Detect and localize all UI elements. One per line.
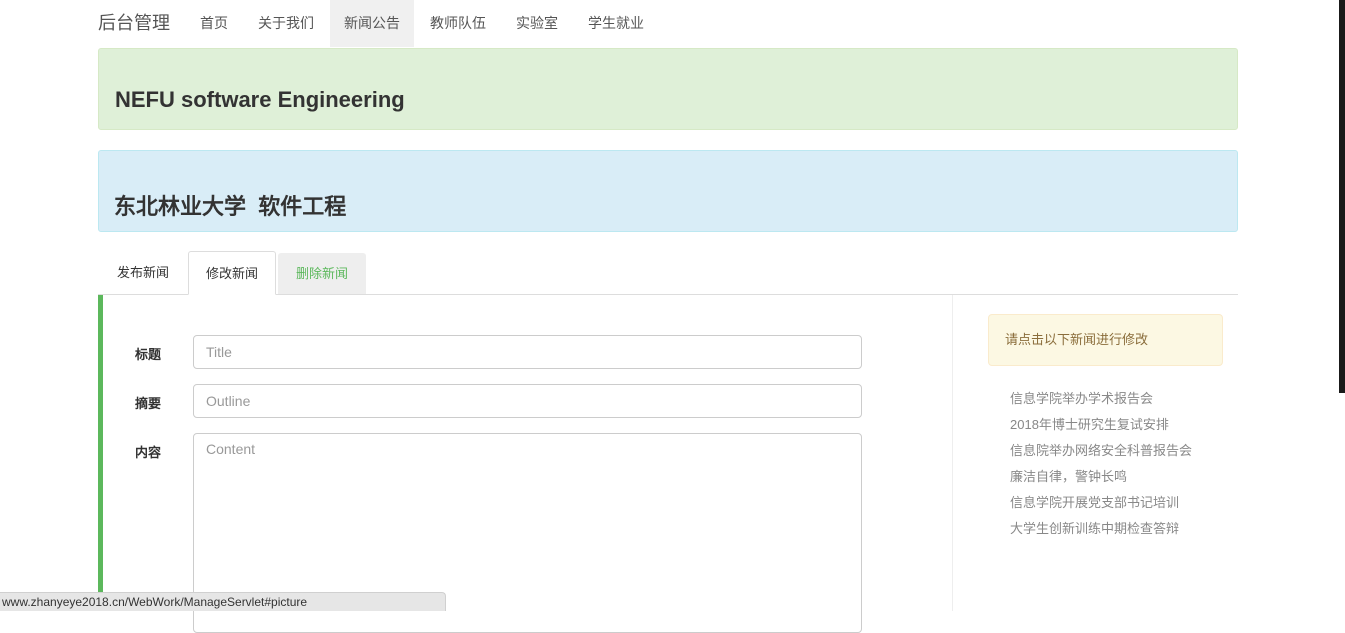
tab-publish-news[interactable]: 发布新闻 [100,251,186,294]
nav-item-lab[interactable]: 实验室 [502,0,572,47]
content-accent-bar [98,295,103,611]
news-link[interactable]: 2018年博士研究生复试安排 [1010,412,1192,438]
tab-delete-news[interactable]: 删除新闻 [278,253,366,294]
nav-item-employment[interactable]: 学生就业 [574,0,658,47]
title-input[interactable]: Title [193,335,862,369]
news-link[interactable]: 廉洁自律，警钟长鸣 [1010,464,1192,490]
banner-english-title: NEFU software Engineering [115,87,405,112]
news-link[interactable]: 信息学院开展党支部书记培训 [1010,490,1192,516]
top-navbar: 后台管理 首页 关于我们 新闻公告 教师队伍 实验室 学生就业 [0,0,1345,47]
news-link[interactable]: 信息院举办网络安全科普报告会 [1010,438,1192,464]
page-scrollbar[interactable] [1339,0,1345,393]
navbar-brand[interactable]: 后台管理 [98,12,170,34]
tab-edit-news[interactable]: 修改新闻 [188,251,276,295]
news-link[interactable]: 大学生创新训练中期检查答辩 [1010,516,1192,542]
nav-item-about[interactable]: 关于我们 [244,0,328,47]
banner-english: NEFU software Engineering [98,48,1238,130]
news-tabs: 发布新闻 修改新闻 删除新闻 [98,251,1238,295]
nav-item-teachers[interactable]: 教师队伍 [416,0,500,47]
outline-label: 摘要 [135,396,162,411]
outline-input[interactable]: Outline [193,384,862,418]
column-divider [952,295,953,611]
title-label: 标题 [135,347,162,362]
news-list: 信息学院举办学术报告会 2018年博士研究生复试安排 信息院举办网络安全科普报告… [1010,386,1192,542]
nav-item-news[interactable]: 新闻公告 [330,0,414,47]
banner-chinese: 东北林业大学 软件工程 [98,150,1238,232]
content-label: 内容 [135,445,162,460]
nav-item-home[interactable]: 首页 [186,0,242,47]
banner-chinese-title: 东北林业大学 软件工程 [114,194,347,219]
edit-hint-alert: 请点击以下新闻进行修改 [988,314,1223,366]
news-link[interactable]: 信息学院举办学术报告会 [1010,386,1192,412]
browser-status-url: www.zhanyeye2018.cn/WebWork/ManageServle… [0,592,446,611]
